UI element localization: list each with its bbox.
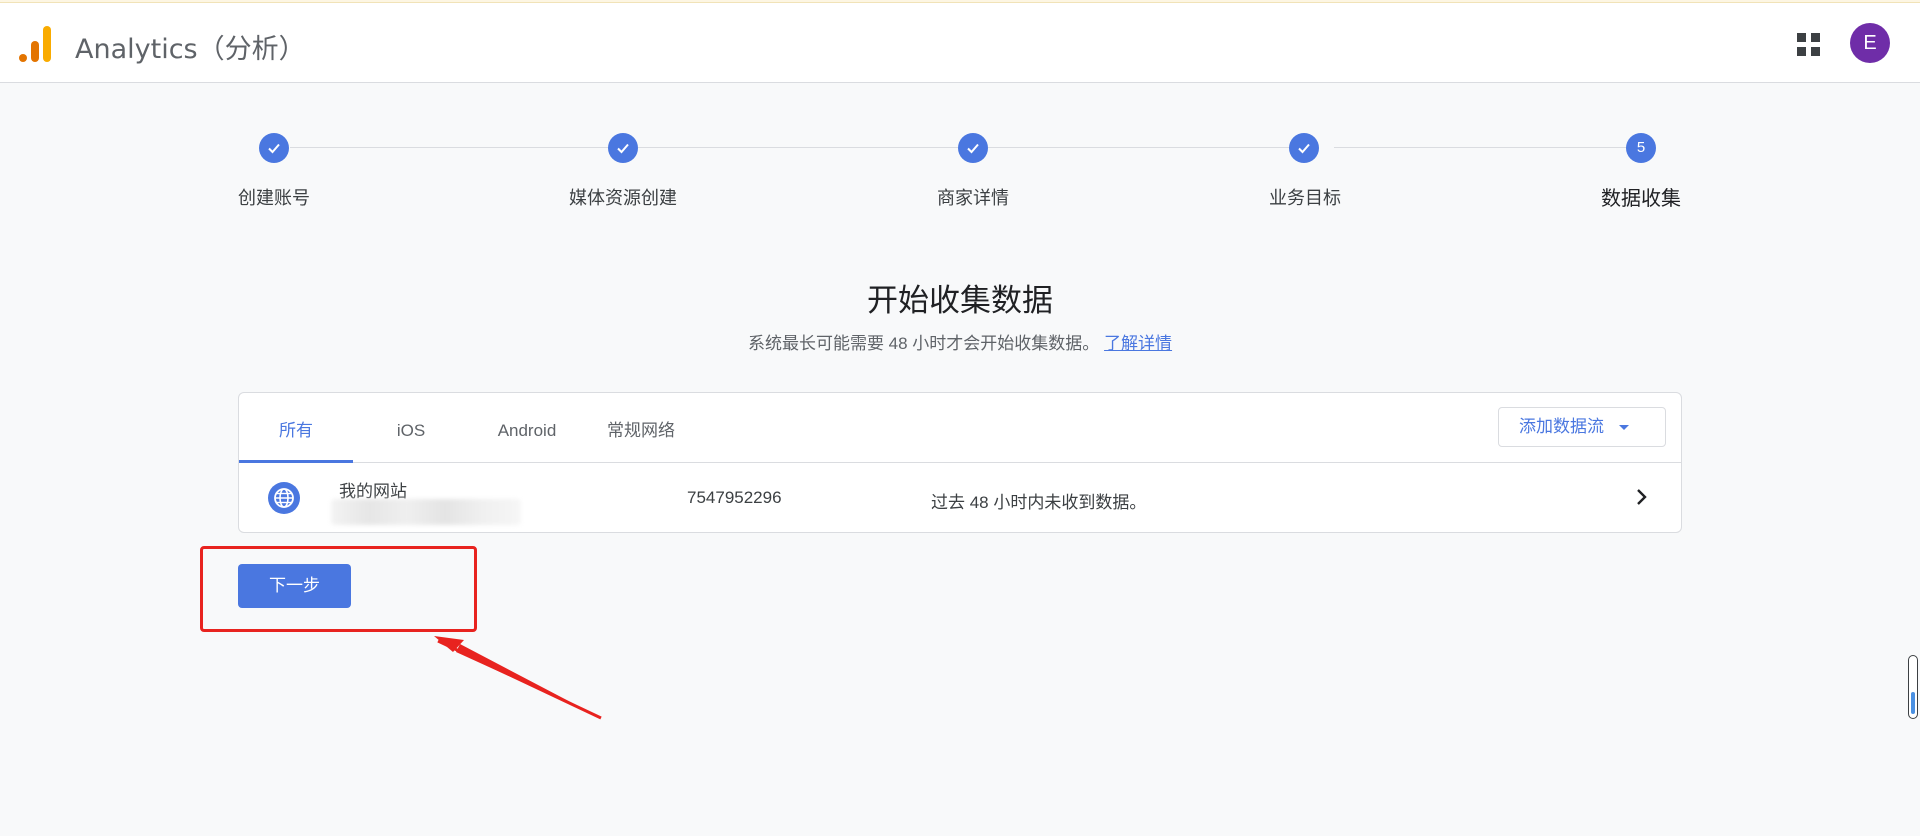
step-2-check-icon [608, 133, 638, 163]
data-streams-card: 所有 iOS Android 常规网络 添加数据流 我的网站 754795229… [238, 392, 1682, 533]
step-4-check-icon [1289, 133, 1319, 163]
add-stream-label: 添加数据流 [1519, 417, 1604, 436]
chevron-right-icon[interactable] [1631, 487, 1651, 507]
setup-stepper: 5 创建账号 媒体资源创建 商家详情 业务目标 数据收集 [0, 0, 1920, 220]
step-label-business-details: 商家详情 [937, 188, 1009, 208]
tab-android[interactable]: Android [469, 393, 585, 463]
step-label-property-creation: 媒体资源创建 [569, 188, 677, 208]
caret-down-icon [1619, 425, 1629, 430]
stream-row[interactable]: 我的网站 7547952296 过去 48 小时内未收到数据。 [239, 463, 1681, 532]
step-label-create-account: 创建账号 [238, 188, 310, 208]
globe-icon [268, 482, 300, 514]
scrollbar-thumb[interactable] [1911, 692, 1915, 714]
page-scrollbar[interactable] [1908, 655, 1918, 719]
stream-status: 过去 48 小时内未收到数据。 [931, 493, 1147, 512]
learn-more-link[interactable]: 了解详情 [1104, 334, 1172, 353]
platform-tabs: 所有 iOS Android 常规网络 添加数据流 [239, 393, 1681, 463]
subtitle-text: 系统最长可能需要 48 小时才会开始收集数据。 [747, 334, 1100, 353]
step-connector [988, 147, 1304, 148]
tab-ios[interactable]: iOS [353, 393, 469, 463]
step-5-number: 5 [1626, 133, 1656, 163]
page-title: 开始收集数据 [867, 283, 1053, 318]
page-subtitle: 系统最长可能需要 48 小时才会开始收集数据。 了解详情 [0, 329, 1920, 354]
step-connector [638, 147, 958, 148]
tab-all[interactable]: 所有 [239, 393, 353, 463]
add-stream-button[interactable]: 添加数据流 [1498, 407, 1666, 447]
step-label-business-objectives: 业务目标 [1269, 188, 1341, 208]
step-connector [290, 147, 608, 148]
step-3-check-icon [958, 133, 988, 163]
step-1-check-icon [259, 133, 289, 163]
stream-id: 7547952296 [687, 488, 782, 507]
annotation-arrow-icon [434, 636, 602, 720]
step-label-data-collection: 数据收集 [1601, 188, 1681, 210]
redacted-stream-url [331, 499, 521, 525]
tab-web[interactable]: 常规网络 [585, 393, 697, 463]
step-connector [1334, 147, 1626, 148]
